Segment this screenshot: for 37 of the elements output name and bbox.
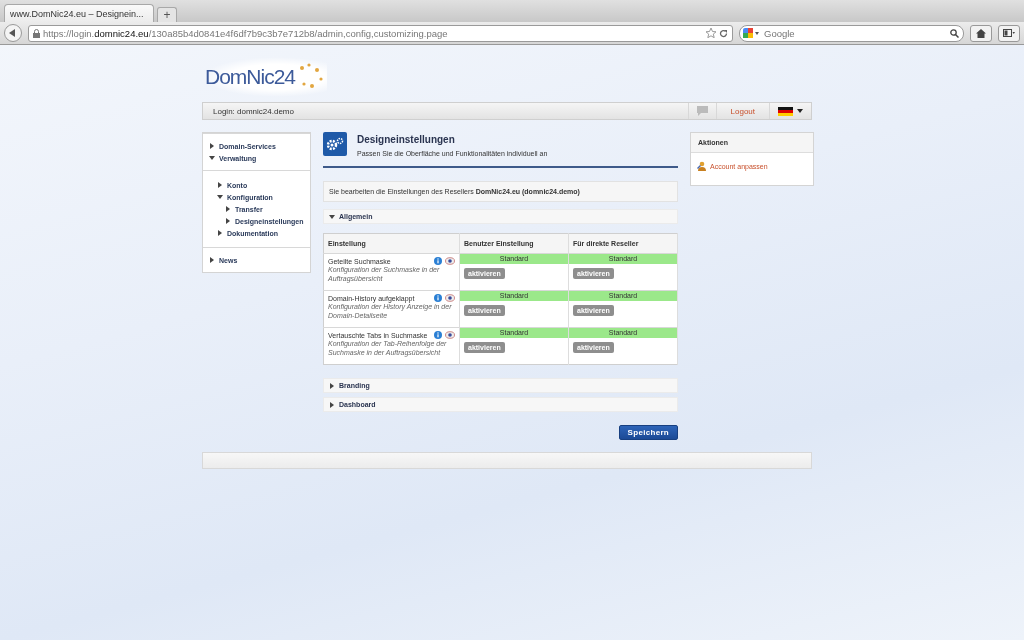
browser-tab[interactable]: www.DomNic24.eu – Designein... [4,4,154,22]
gears-icon [323,132,347,156]
collapsed-caret-icon [209,143,215,149]
expanded-caret-icon [329,213,335,220]
search-icon[interactable] [950,28,959,38]
star-icon[interactable] [706,28,716,38]
info-icon[interactable] [434,331,442,339]
home-icon [976,28,986,38]
german-flag-icon [778,106,793,116]
bookmarks-button[interactable] [998,24,1020,42]
info-icon[interactable] [434,294,442,302]
logout-link[interactable]: Logout [730,106,755,116]
back-button[interactable] [4,24,22,42]
eye-icon[interactable] [445,257,455,265]
dropdown-caret-icon [797,109,803,113]
collapsed-caret-icon [217,182,223,188]
collapsed-caret-icon [209,257,215,263]
home-button[interactable] [970,24,992,42]
expanded-caret-icon [217,194,223,200]
new-tab-button[interactable]: + [157,7,177,22]
save-button[interactable]: Speichern [618,425,678,440]
lock-icon [33,28,40,38]
search-field[interactable]: Google [739,24,964,42]
address-field[interactable]: https://login.domnic24.eu/130a85b4d0841e4f6df7b9c3b7e712b8/admin,config,customizing.page [28,24,733,42]
info-icon[interactable] [434,257,442,265]
collapsed-caret-icon [329,401,335,408]
reload-icon[interactable] [719,28,728,38]
login-label: Login: domnic24.demo [212,106,295,116]
search-engine-icon[interactable] [743,28,759,38]
eye-icon[interactable] [445,331,455,339]
sidebar-icon [1003,29,1015,37]
collapsed-caret-icon [329,382,335,389]
eye-icon[interactable] [445,294,455,302]
expanded-caret-icon [209,155,215,161]
page-title: Designeinstellungen [357,134,456,145]
back-arrow-icon [9,29,17,37]
user-edit-icon [697,161,707,171]
